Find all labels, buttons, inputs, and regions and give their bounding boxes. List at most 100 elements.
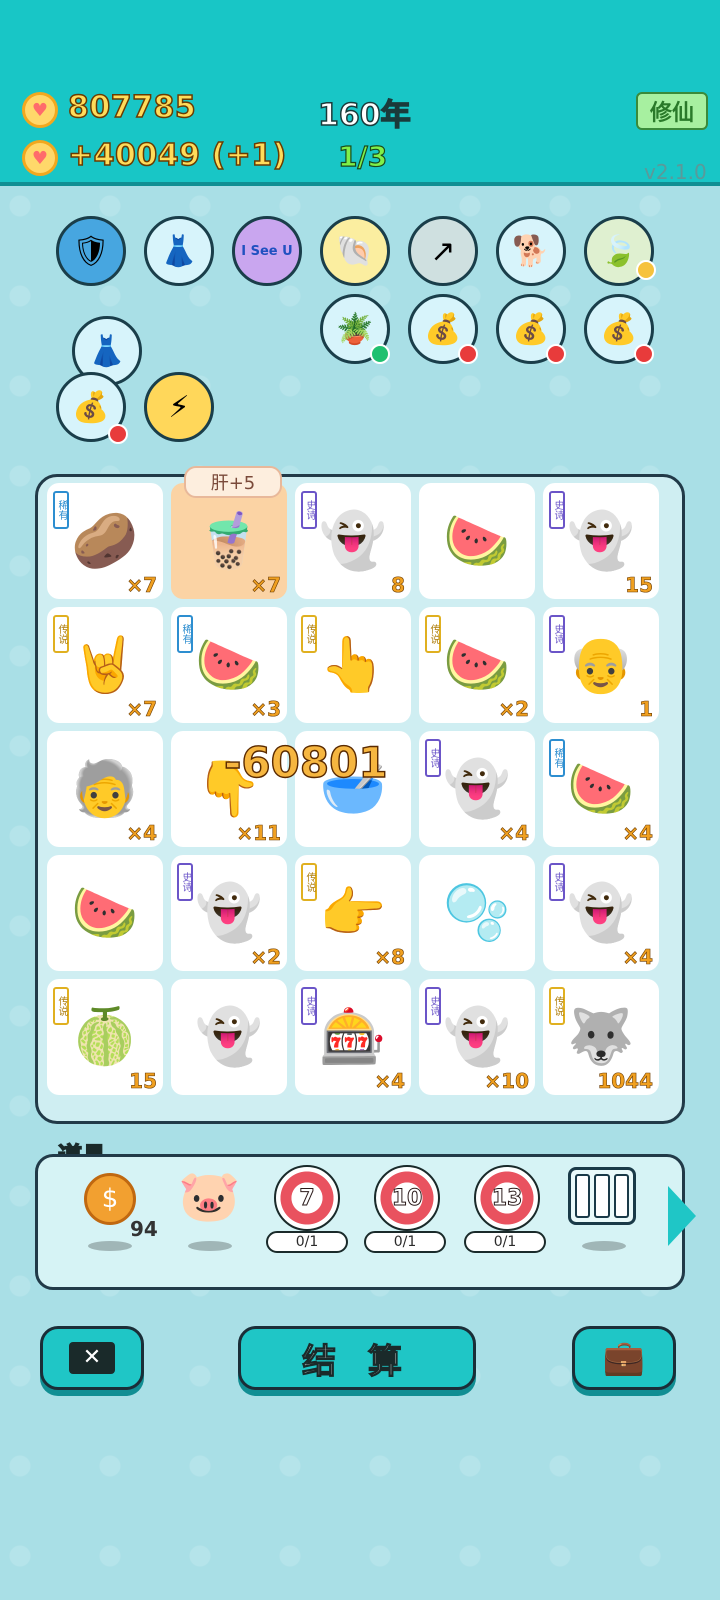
- coin-income: +40049 (+1): [67, 137, 287, 174]
- item-count: ×10: [484, 1069, 529, 1094]
- board-cell[interactable]: 👻 史诗 8: [295, 483, 411, 599]
- target-icon[interactable]: 7: [274, 1165, 340, 1231]
- round-counter: 1/3: [337, 139, 388, 173]
- item-icon: 🥔: [71, 509, 139, 572]
- board-cell[interactable]: 👉 传说 ×8: [295, 855, 411, 971]
- rarity-tag: 传说: [425, 615, 441, 653]
- board-cell[interactable]: 👻 史诗 ×4: [543, 855, 659, 971]
- coin-item-count: 94: [130, 1217, 158, 1241]
- minus-badge-icon: [108, 424, 128, 444]
- rarity-tag: 史诗: [549, 615, 565, 653]
- rarity-tag: 传说: [53, 987, 69, 1025]
- board-cell[interactable]: 🍉: [47, 855, 163, 971]
- minus-badge-icon: [458, 344, 478, 364]
- board-cell[interactable]: 👴 史诗 1: [543, 607, 659, 723]
- item-icon: 🍉: [443, 509, 511, 572]
- rarity-tag: 传说: [301, 615, 317, 653]
- minus-badge-icon: [546, 344, 566, 364]
- board-cell[interactable]: 🧋 ×7: [171, 483, 287, 599]
- rarity-tag: 史诗: [425, 987, 441, 1025]
- rarity-tag: 传说: [53, 615, 69, 653]
- rarity-tag: 传说: [301, 863, 317, 901]
- rarity-tag: 传说: [549, 987, 565, 1025]
- target-icon[interactable]: 13: [474, 1165, 540, 1231]
- close-icon: ✕: [69, 1342, 115, 1374]
- board-cell[interactable]: 🧓 ×4: [47, 731, 163, 847]
- item-icon: 🐺: [567, 1005, 635, 1068]
- target-value: 10: [391, 1185, 423, 1211]
- target-value: 13: [491, 1185, 523, 1211]
- version-label: v2.1.0: [644, 160, 707, 184]
- item-icon: 👉: [319, 881, 387, 944]
- board-cell[interactable]: 👻: [171, 979, 287, 1095]
- item-count: 8: [391, 573, 406, 598]
- scroll-right-arrow-icon[interactable]: [668, 1186, 696, 1246]
- item-count: ×7: [126, 697, 157, 722]
- board-cell[interactable]: 🍉 稀有 ×4: [543, 731, 659, 847]
- shadow: [88, 1241, 132, 1251]
- item-count: ×3: [250, 697, 281, 722]
- item-board: 🥔 稀有 ×7 🧋 ×7 👻 史诗 8 🍉 👻 史诗 15 🤘 传说 ×7 🍉 稀有 ×3 👆 传说 🍉 传说 ×2 👴 史诗 1…: [35, 474, 685, 1124]
- slot-machine-icon[interactable]: [568, 1167, 636, 1225]
- item-count: 15: [129, 1069, 157, 1094]
- rarity-tag: 史诗: [177, 863, 193, 901]
- board-cell[interactable]: 👻 史诗 ×2: [171, 855, 287, 971]
- rarity-tag: 稀有: [53, 491, 69, 529]
- item-icon: 🧓: [71, 757, 139, 820]
- target-icon[interactable]: 10: [374, 1165, 440, 1231]
- props-panel: $ 94 🐷 7 0/1 10 0/1 13 0/1: [35, 1154, 685, 1290]
- i-see-u-icon[interactable]: I See U: [232, 216, 302, 286]
- board-cell[interactable]: 🤘 传说 ×7: [47, 607, 163, 723]
- item-icon: 👻: [567, 509, 635, 572]
- board-cell[interactable]: 🍉: [419, 483, 535, 599]
- shell-icon[interactable]: 🐚: [320, 216, 390, 286]
- item-icon: 🍉: [567, 757, 635, 820]
- piggy-bank-icon[interactable]: 🐷: [178, 1167, 240, 1226]
- item-icon: 🍈: [71, 1005, 139, 1068]
- arrow-card-icon[interactable]: ↗: [408, 216, 478, 286]
- board-cell[interactable]: 🥔 稀有 ×7: [47, 483, 163, 599]
- board-cell[interactable]: 👻 史诗 15: [543, 483, 659, 599]
- board-cell[interactable]: 🐺 传说 1044: [543, 979, 659, 1095]
- board-cell[interactable]: 👆 传说: [295, 607, 411, 723]
- rarity-tag: 史诗: [549, 491, 565, 529]
- briefcase-button[interactable]: 💼: [572, 1326, 676, 1390]
- item-icon: 👻: [319, 509, 387, 572]
- minus-badge-icon: [634, 344, 654, 364]
- green-badge-icon: [370, 344, 390, 364]
- lightning-icon[interactable]: ⚡: [144, 372, 214, 442]
- item-icon: 🎰: [319, 1005, 387, 1068]
- board-cell[interactable]: 👻 史诗 ×4: [419, 731, 535, 847]
- heart-coin-icon: ♥: [22, 140, 58, 176]
- year-counter: 160年: [317, 97, 411, 134]
- item-icon: 👻: [443, 757, 511, 820]
- settle-button[interactable]: 结 算: [238, 1326, 476, 1390]
- item-icon: 🧋: [195, 509, 263, 572]
- skirt-icon[interactable]: 👗: [144, 216, 214, 286]
- item-count: ×4: [622, 821, 653, 846]
- item-count: 1: [639, 697, 654, 722]
- board-cell[interactable]: 🎰 史诗 ×4: [295, 979, 411, 1095]
- cultivate-button[interactable]: 修仙: [636, 92, 708, 130]
- close-button[interactable]: ✕: [40, 1326, 144, 1390]
- item-count: ×7: [126, 573, 157, 598]
- dollar-coin-icon[interactable]: $: [84, 1173, 136, 1225]
- shield-wrench-icon[interactable]: 🛡: [56, 216, 126, 286]
- item-icon: 👻: [567, 881, 635, 944]
- board-cell[interactable]: 🍉 稀有 ×3: [171, 607, 287, 723]
- gold-badge-icon: [636, 260, 656, 280]
- board-cell[interactable]: 🫧: [419, 855, 535, 971]
- dog-icon[interactable]: 🐕: [496, 216, 566, 286]
- rarity-tag: 史诗: [301, 987, 317, 1025]
- board-cell[interactable]: 🍉 传说 ×2: [419, 607, 535, 723]
- item-count: ×4: [498, 821, 529, 846]
- board-cell[interactable]: 👻 史诗 ×10: [419, 979, 535, 1095]
- target-value: 7: [299, 1185, 315, 1211]
- item-icon: 🫧: [443, 881, 511, 944]
- item-count: ×7: [250, 573, 281, 598]
- item-icon: 🍉: [71, 881, 139, 944]
- item-icon: 🍉: [443, 633, 511, 696]
- item-count: ×4: [374, 1069, 405, 1094]
- board-cell[interactable]: 🍈 传说 15: [47, 979, 163, 1095]
- rarity-tag: 史诗: [425, 739, 441, 777]
